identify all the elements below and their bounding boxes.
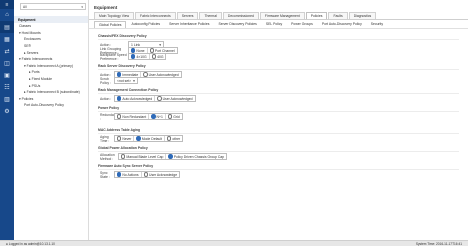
chevron-down-icon: ▾ [133,78,135,83]
field-label: Aging Time : [100,134,110,143]
primary-tab[interactable]: Main Topology View [94,12,135,19]
primary-tab[interactable]: Diagnostics [348,12,377,19]
aging-time-radio-group: Never Mode Default other [114,134,184,143]
primary-tab[interactable]: Faults [328,12,348,19]
rack-mgmt-radio-group: Auto Acknowledged User Acknowledged [114,94,196,103]
radio-never[interactable]: Never [115,135,135,142]
field-label: Sync State : [100,170,110,179]
section-title: Chassis/FEX Discovery Policy [98,34,459,40]
nav-tree-item[interactable]: ▾ Fabric Interconnects [14,56,88,63]
chevron-down-icon: ▾ [81,4,83,9]
field-label: Backplane Speed Preference : [100,52,127,61]
mac-aging-section: MAC Address Table Aging Aging Time : Nev… [98,128,459,143]
status-bar: ● Logged in as admin@10.13.1.10 System T… [0,240,468,246]
primary-tab[interactable]: Decommissioned [222,12,259,19]
secondary-tab[interactable]: Autoconfig Policies [127,21,164,28]
radio-manual-blade-cap[interactable]: Manual Blade Level Cap [119,153,167,160]
primary-tab[interactable]: Firmware Management [259,12,305,19]
nav-tree-item[interactable]: ▸ Fixed Module [14,76,88,83]
radio-n-plus-1[interactable]: N+1 [149,113,166,120]
field-label: Action : [100,96,112,101]
secondary-tab[interactable]: Port Auto-Discovery Policy [318,21,366,28]
radio-mode-default[interactable]: Mode Default [134,135,165,142]
secondary-tab[interactable]: Global Policies [94,21,127,28]
primary-tab[interactable]: Servers [176,12,199,19]
field-label: Allocation Method : [100,152,115,161]
power-policy-section: Power Policy Redundancy : Non Redundant … [98,106,459,121]
firmware-sync-section: Firmware Auto Sync Server Policy Sync St… [98,164,459,179]
radio-40g[interactable]: 40G [150,54,166,59]
menu-icon[interactable]: ≡ [0,0,14,9]
secondary-tab[interactable]: Security [367,21,387,28]
left-icon-rail: ≡ ⌂ ▤ ▦ ⇄ ◫ ▣ ☷ ▥ ⚙ [0,0,14,240]
primary-tab[interactable]: Policies [305,12,328,19]
radio-no-actions[interactable]: No Actions [115,171,142,178]
radio-grid[interactable]: Grid [166,114,182,119]
san-icon[interactable]: ◫ [0,57,14,69]
nav-tree-item[interactable]: Classes [14,23,88,30]
primary-tab[interactable]: Fabric Interconnects [135,12,176,19]
section-title: Rack Management Connection Policy [98,88,459,94]
radio-4x10g[interactable]: 4×10G [129,53,150,60]
secondary-tab[interactable]: Server Discovery Policies [214,21,260,28]
nav-tree-item[interactable]: SE® [14,43,88,50]
nav-tree-item[interactable]: Enclosures [14,36,88,43]
filter-dropdown[interactable]: All ▾ [20,3,86,10]
radio-user-acknowledge[interactable]: User Acknowledge [142,172,179,177]
rack-discovery-section: Rack Server Discovery Policy Action : Im… [98,64,459,85]
main-content: Equipment Main Topology View Fabric Inter… [89,0,468,240]
equipment-icon[interactable]: ▤ [0,21,14,33]
nav-tree-item[interactable]: ▸ Fabric Interconnect B (subordinate) [14,89,88,96]
select-value: <not set> [117,78,132,83]
rack-management-section: Rack Management Connection Policy Action… [98,88,459,103]
backplane-speed-radio-group: 4×10G 40G [128,52,167,61]
chassis-icon[interactable]: ▥ [0,93,14,105]
page-title: Equipment [94,5,118,10]
servers-icon[interactable]: ▦ [0,33,14,45]
nav-tree-item[interactable]: ▸ Ports [14,69,88,76]
chassis-discovery-section: Chassis/FEX Discovery Policy Action : 1 … [98,34,459,61]
vm-icon[interactable]: ▣ [0,69,14,81]
secondary-tab[interactable]: Server Inheritance Policies [165,21,213,28]
nav-tree-item[interactable]: Port Auto-Discovery Policy [14,102,88,109]
nav-section-title: Equipment [14,16,88,23]
field-label: Scrub Policy : [100,76,111,85]
login-status: ● Logged in as admin@10.13.1.10 [6,241,55,246]
nav-tree-item[interactable]: ▾ Fabric Interconnect A (primary) [14,63,88,70]
radio-user-acknowledged[interactable]: User Acknowledged [155,96,194,101]
storage-icon[interactable]: ☷ [0,81,14,93]
secondary-tabs: Global Policies Autoconfig Policies Server… [89,21,468,29]
secondary-tab[interactable]: Power Groups [287,21,317,28]
nav-tree-item[interactable]: ▸ Servers [14,49,88,56]
section-title: Rack Server Discovery Policy [98,64,459,70]
nav-tree-item[interactable]: ▾ Policies [14,96,88,103]
redundancy-radio-group: Non Redundant N+1 Grid [114,112,183,121]
nav-tree-item[interactable]: ▾ Host Mounts [14,30,88,37]
radio-user-acknowledged[interactable]: User Acknowledged [141,72,180,77]
section-title: Power Policy [98,106,459,112]
section-title: Firmware Auto Sync Server Policy [98,164,459,170]
sync-state-radio-group: No Actions User Acknowledge [114,170,181,179]
admin-icon[interactable]: ⚙ [0,105,14,117]
primary-tab[interactable]: Thermal [199,12,222,19]
section-title: Global Power Allocation Policy [98,146,459,152]
scrub-policy-select[interactable]: <not set> ▾ [114,77,138,84]
radio-other[interactable]: other [165,136,182,141]
radio-policy-driven-cap[interactable]: Policy Driven Chassis Group Cap [166,154,226,159]
section-title: MAC Address Table Aging [98,128,459,134]
radio-non-redundant[interactable]: Non Redundant [115,113,150,120]
primary-tabs: Main Topology View Fabric Interconnects Se… [89,12,468,20]
navigation-panel: All ▾ Equipment Classes ▾ Host Mounts Encl… [14,0,89,240]
system-time: System Time: 2016-11-17T16:41 [415,241,462,246]
secondary-tab[interactable]: SEL Policy [262,21,286,28]
nav-tree-item[interactable]: ▸ PSUs [14,82,88,89]
allocation-radio-group: Manual Blade Level Cap Policy Driven Cha… [118,152,228,161]
home-icon[interactable]: ⌂ [0,9,14,21]
lan-icon[interactable]: ⇄ [0,45,14,57]
global-power-section: Global Power Allocation Policy Allocatio… [98,146,459,161]
filter-value: All [23,4,27,9]
radio-auto-acknowledged[interactable]: Auto Acknowledged [115,95,156,102]
field-label: Redundancy : [100,112,120,121]
